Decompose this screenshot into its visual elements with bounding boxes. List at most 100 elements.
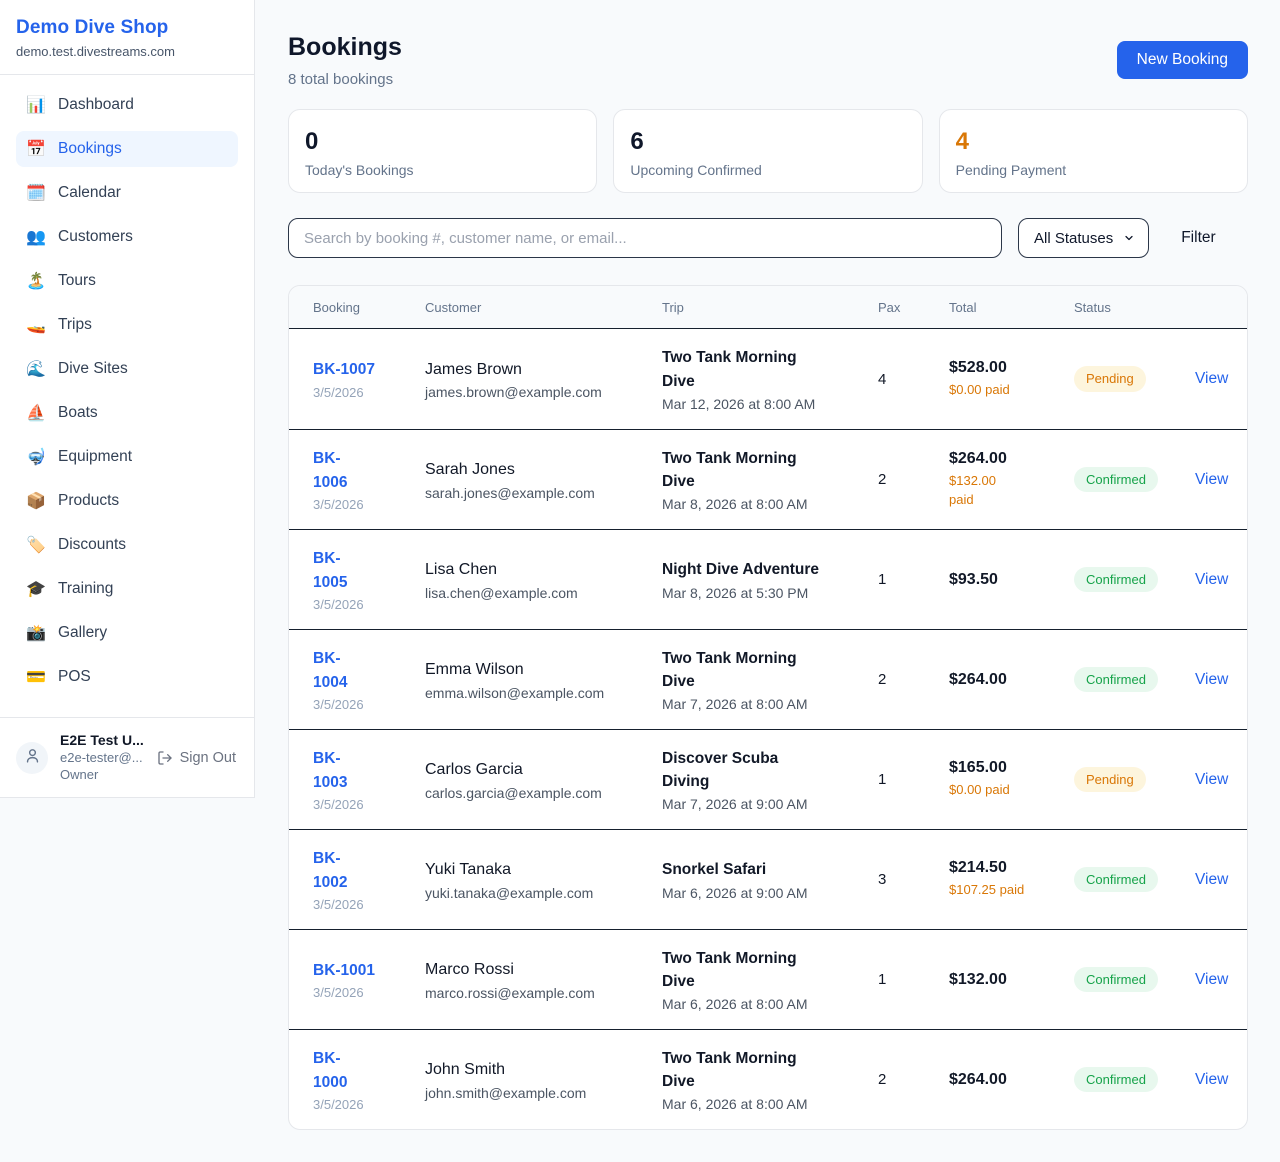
customer-email: lisa.chen@example.com [425,585,662,601]
view-link[interactable]: View [1195,871,1228,888]
sidebar-item-label: Trips [58,316,92,334]
status-badge: Confirmed [1074,567,1158,593]
booking-id-link[interactable]: BK-1000 [313,1047,347,1095]
view-link[interactable]: View [1195,771,1228,788]
column-header-booking: Booking [313,300,425,315]
total-amount: $214.50 [949,859,1074,877]
shop-header: Demo Dive Shop demo.test.divestreams.com [0,0,254,75]
pax-count: 2 [878,1071,949,1088]
booking-id-link[interactable]: BK-1004 [313,647,347,695]
customer-cell: James Brown james.brown@example.com [425,358,662,400]
status-cell: Confirmed [1074,1067,1186,1093]
filter-button[interactable]: Filter [1181,229,1215,247]
shop-name: Demo Dive Shop [16,17,238,39]
trip-cell: Two Tank MorningDive Mar 7, 2026 at 8:00… [662,647,878,713]
column-header-total: Total [949,300,1074,315]
sign-out-button[interactable]: Sign Out [157,750,238,766]
pax-count: 3 [878,871,949,888]
customer-email: emma.wilson@example.com [425,685,662,701]
customer-name: Emma Wilson [425,658,662,681]
sidebar-item-bookings[interactable]: 📅Bookings [16,131,238,167]
stat-value: 4 [956,129,1231,155]
booking-id-link[interactable]: BK-1002 [313,847,347,895]
total-cell: $214.50 $107.25 paid [949,859,1074,900]
trip-name: Two Tank MorningDive [662,647,832,694]
pax-count: 1 [878,771,949,788]
package-icon: 📦 [26,491,46,511]
sidebar-item-label: Tours [58,272,96,290]
booking-id-link[interactable]: BK-1003 [313,747,347,795]
table-body: BK-1007 3/5/2026 James Brown james.brown… [289,329,1247,1129]
view-link[interactable]: View [1195,1071,1228,1088]
sidebar-item-training[interactable]: 🎓Training [16,571,238,607]
trip-datetime: Mar 8, 2026 at 5:30 PM [662,585,866,601]
column-header-status: Status [1074,300,1186,315]
status-select[interactable]: All Statuses [1018,218,1149,258]
table-row: BK-1006 3/5/2026 Sarah Jones sarah.jones… [289,429,1247,529]
sidebar-item-products[interactable]: 📦 Products [16,483,238,519]
sidebar-item-equipment[interactable]: 🤿 Equipment [16,439,238,475]
actions-cell: View [1186,671,1228,689]
total-amount: $264.00 [949,671,1074,689]
diving-mask-icon: 🤿 [26,447,46,467]
trip-cell: Snorkel Safari Mar 6, 2026 at 9:00 AM [662,858,878,900]
sidebar-item-dive-sites[interactable]: 🌊Dive Sites [16,351,238,387]
sidebar-item-dashboard[interactable]: 📊Dashboard [16,87,238,123]
sidebar-item-gallery[interactable]: 📸Gallery [16,615,238,651]
stat-label: Upcoming Confirmed [630,162,905,178]
sidebar-item-pos[interactable]: 💳POS [16,659,238,695]
sidebar-item-label: Dive Sites [58,360,128,378]
customer-cell: Carlos Garcia carlos.garcia@example.com [425,758,662,800]
sidebar-item-label: Bookings [58,140,122,158]
trip-name: Snorkel Safari [662,858,832,881]
search-input[interactable] [288,218,1002,258]
booking-id-link[interactable]: BK-1006 [313,447,347,495]
actions-cell: View [1186,971,1228,989]
total-cell: $264.00 $132.00paid [949,450,1074,510]
sidebar-item-label: POS [58,668,91,686]
pax-count: 4 [878,371,949,388]
sidebar-item-tours[interactable]: 🏝️Tours [16,263,238,299]
table-row: BK-1001 3/5/2026 Marco Rossi marco.rossi… [289,929,1247,1029]
new-booking-button[interactable]: New Booking [1117,41,1248,79]
sidebar-item-trips[interactable]: 🚤 Trips [16,307,238,343]
customer-email: marco.rossi@example.com [425,985,662,1001]
actions-cell: View [1186,1071,1228,1089]
status-cell: Confirmed [1074,867,1186,893]
sidebar-item-label: Products [58,492,119,510]
status-cell: Confirmed [1074,967,1186,993]
actions-cell: View [1186,370,1228,388]
trip-name: Two Tank MorningDive [662,346,832,393]
customer-name: John Smith [425,1058,662,1081]
page-title: Bookings [288,33,402,62]
bookings-table: Booking Customer Trip Pax Total Status B… [288,285,1248,1130]
booking-id-link[interactable]: BK-1001 [313,959,375,983]
view-link[interactable]: View [1195,471,1228,488]
stat-value: 0 [305,129,580,155]
speedboat-icon: 🚤 [26,315,46,335]
sidebar-item-discounts[interactable]: 🏷️Discounts [16,527,238,563]
booking-date: 3/5/2026 [313,897,425,912]
view-link[interactable]: View [1195,571,1228,588]
total-cell: $93.50 [949,571,1074,589]
sidebar-nav: 📊Dashboard 📅Bookings 🗓️Calendar 👥Customers 🏝… [0,75,254,717]
customer-name: Marco Rossi [425,958,662,981]
view-link[interactable]: View [1195,671,1228,688]
sidebar-item-boats[interactable]: ⛵Boats [16,395,238,431]
main-content: Bookings 8 total bookings New Booking 0 … [255,0,1280,1162]
trip-datetime: Mar 7, 2026 at 9:00 AM [662,796,866,812]
customer-email: sarah.jones@example.com [425,485,662,501]
customer-cell: Sarah Jones sarah.jones@example.com [425,458,662,500]
customer-cell: John Smith john.smith@example.com [425,1058,662,1100]
total-amount: $264.00 [949,450,1074,468]
view-link[interactable]: View [1195,370,1228,387]
booking-cell: BK-1000 3/5/2026 [313,1047,425,1112]
table-header-row: Booking Customer Trip Pax Total Status [289,286,1247,329]
booking-id-link[interactable]: BK-1007 [313,358,375,382]
sidebar-item-customers[interactable]: 👥Customers [16,219,238,255]
booking-id-link[interactable]: BK-1005 [313,547,347,595]
sidebar-item-label: Equipment [58,448,132,466]
view-link[interactable]: View [1195,971,1228,988]
table-row: BK-1005 3/5/2026 Lisa Chen lisa.chen@exa… [289,529,1247,629]
sidebar-item-calendar[interactable]: 🗓️Calendar [16,175,238,211]
